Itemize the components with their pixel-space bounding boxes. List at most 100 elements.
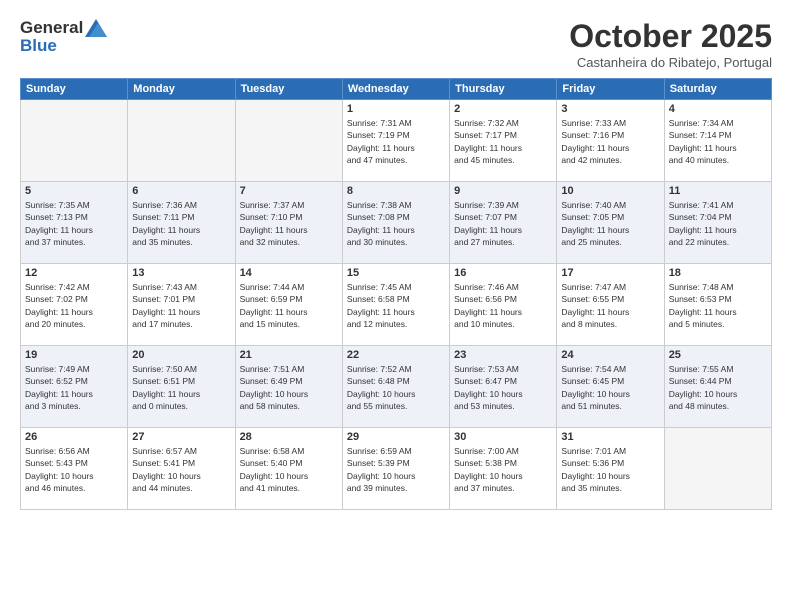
day-number: 14 [240, 267, 338, 279]
table-row: 27 Sunrise: 6:57 AM Sunset: 5:41 PM Dayli… [128, 428, 235, 510]
day-number: 4 [669, 103, 767, 115]
day-info: Sunrise: 7:00 AM Sunset: 5:38 PM Dayligh… [454, 445, 552, 494]
header-friday: Friday [557, 79, 664, 100]
weekday-header-row: Sunday Monday Tuesday Wednesday Thursday… [21, 79, 772, 100]
day-number: 11 [669, 185, 767, 197]
day-number: 1 [347, 103, 445, 115]
day-info: Sunrise: 7:45 AM Sunset: 6:58 PM Dayligh… [347, 281, 445, 330]
day-info: Sunrise: 7:52 AM Sunset: 6:48 PM Dayligh… [347, 363, 445, 412]
day-info: Sunrise: 7:31 AM Sunset: 7:19 PM Dayligh… [347, 117, 445, 166]
logo: General Blue [20, 18, 107, 56]
location-subtitle: Castanheira do Ribatejo, Portugal [569, 55, 772, 70]
day-info: Sunrise: 7:35 AM Sunset: 7:13 PM Dayligh… [25, 199, 123, 248]
table-row: 6 Sunrise: 7:36 AM Sunset: 7:11 PM Daylig… [128, 182, 235, 264]
day-info: Sunrise: 7:32 AM Sunset: 7:17 PM Dayligh… [454, 117, 552, 166]
table-row: 28 Sunrise: 6:58 AM Sunset: 5:40 PM Dayli… [235, 428, 342, 510]
day-info: Sunrise: 6:57 AM Sunset: 5:41 PM Dayligh… [132, 445, 230, 494]
calendar-week-row: 5 Sunrise: 7:35 AM Sunset: 7:13 PM Daylig… [21, 182, 772, 264]
table-row: 9 Sunrise: 7:39 AM Sunset: 7:07 PM Daylig… [450, 182, 557, 264]
table-row: 18 Sunrise: 7:48 AM Sunset: 6:53 PM Dayli… [664, 264, 771, 346]
day-number: 5 [25, 185, 123, 197]
title-block: October 2025 Castanheira do Ribatejo, Po… [569, 18, 772, 70]
table-row: 12Sunrise: 7:42 AM Sunset: 7:02 PM Dayli… [21, 264, 128, 346]
table-row: 7Sunrise: 7:37 AM Sunset: 7:10 PM Daylig… [235, 182, 342, 264]
day-info: Sunrise: 7:34 AM Sunset: 7:14 PM Dayligh… [669, 117, 767, 166]
calendar: Sunday Monday Tuesday Wednesday Thursday… [20, 78, 772, 510]
day-number: 18 [669, 267, 767, 279]
calendar-week-row: 12Sunrise: 7:42 AM Sunset: 7:02 PM Dayli… [21, 264, 772, 346]
day-number: 17 [561, 267, 659, 279]
header-saturday: Saturday [664, 79, 771, 100]
day-info: Sunrise: 7:44 AM Sunset: 6:59 PM Dayligh… [240, 281, 338, 330]
calendar-week-row: 19Sunrise: 7:49 AM Sunset: 6:52 PM Dayli… [21, 346, 772, 428]
logo-icon [85, 19, 107, 37]
day-info: Sunrise: 7:49 AM Sunset: 6:52 PM Dayligh… [25, 363, 123, 412]
day-number: 21 [240, 349, 338, 361]
day-number: 30 [454, 431, 552, 443]
table-row: 19Sunrise: 7:49 AM Sunset: 6:52 PM Dayli… [21, 346, 128, 428]
day-info: Sunrise: 7:38 AM Sunset: 7:08 PM Dayligh… [347, 199, 445, 248]
table-row: 23 Sunrise: 7:53 AM Sunset: 6:47 PM Dayli… [450, 346, 557, 428]
day-info: Sunrise: 6:58 AM Sunset: 5:40 PM Dayligh… [240, 445, 338, 494]
table-row: 20 Sunrise: 7:50 AM Sunset: 6:51 PM Dayli… [128, 346, 235, 428]
table-row: 22 Sunrise: 7:52 AM Sunset: 6:48 PM Dayli… [342, 346, 449, 428]
month-title: October 2025 [569, 18, 772, 55]
day-number: 31 [561, 431, 659, 443]
day-number: 10 [561, 185, 659, 197]
day-number: 22 [347, 349, 445, 361]
day-number: 16 [454, 267, 552, 279]
calendar-week-row: 26 Sunrise: 6:56 AM Sunset: 5:43 PM Dayli… [21, 428, 772, 510]
day-number: 29 [347, 431, 445, 443]
table-row: 26 Sunrise: 6:56 AM Sunset: 5:43 PM Dayli… [21, 428, 128, 510]
day-number: 9 [454, 185, 552, 197]
day-info: Sunrise: 7:33 AM Sunset: 7:16 PM Dayligh… [561, 117, 659, 166]
day-info: Sunrise: 7:39 AM Sunset: 7:07 PM Dayligh… [454, 199, 552, 248]
table-row: 3Sunrise: 7:33 AM Sunset: 7:16 PM Daylig… [557, 100, 664, 182]
day-number: 25 [669, 349, 767, 361]
day-info: Sunrise: 7:51 AM Sunset: 6:49 PM Dayligh… [240, 363, 338, 412]
day-info: Sunrise: 7:53 AM Sunset: 6:47 PM Dayligh… [454, 363, 552, 412]
table-row: 10Sunrise: 7:40 AM Sunset: 7:05 PM Dayli… [557, 182, 664, 264]
day-number: 24 [561, 349, 659, 361]
table-row: 29 Sunrise: 6:59 AM Sunset: 5:39 PM Dayli… [342, 428, 449, 510]
table-row: 2Sunrise: 7:32 AM Sunset: 7:17 PM Daylig… [450, 100, 557, 182]
day-number: 8 [347, 185, 445, 197]
header-thursday: Thursday [450, 79, 557, 100]
day-info: Sunrise: 7:42 AM Sunset: 7:02 PM Dayligh… [25, 281, 123, 330]
header-tuesday: Tuesday [235, 79, 342, 100]
table-row [21, 100, 128, 182]
day-info: Sunrise: 6:59 AM Sunset: 5:39 PM Dayligh… [347, 445, 445, 494]
day-number: 20 [132, 349, 230, 361]
day-number: 28 [240, 431, 338, 443]
logo-blue: Blue [20, 36, 57, 56]
header-monday: Monday [128, 79, 235, 100]
day-info: Sunrise: 7:46 AM Sunset: 6:56 PM Dayligh… [454, 281, 552, 330]
table-row: 21 Sunrise: 7:51 AM Sunset: 6:49 PM Dayli… [235, 346, 342, 428]
table-row: 4 Sunrise: 7:34 AM Sunset: 7:14 PM Daylig… [664, 100, 771, 182]
table-row: 16 Sunrise: 7:46 AM Sunset: 6:56 PM Dayli… [450, 264, 557, 346]
day-number: 23 [454, 349, 552, 361]
day-info: Sunrise: 7:43 AM Sunset: 7:01 PM Dayligh… [132, 281, 230, 330]
table-row: 24 Sunrise: 7:54 AM Sunset: 6:45 PM Dayli… [557, 346, 664, 428]
table-row: 1 Sunrise: 7:31 AM Sunset: 7:19 PM Daylig… [342, 100, 449, 182]
table-row: 30 Sunrise: 7:00 AM Sunset: 5:38 PM Dayli… [450, 428, 557, 510]
day-info: Sunrise: 7:50 AM Sunset: 6:51 PM Dayligh… [132, 363, 230, 412]
day-info: Sunrise: 7:41 AM Sunset: 7:04 PM Dayligh… [669, 199, 767, 248]
day-info: Sunrise: 7:54 AM Sunset: 6:45 PM Dayligh… [561, 363, 659, 412]
day-info: Sunrise: 6:56 AM Sunset: 5:43 PM Dayligh… [25, 445, 123, 494]
table-row: 25Sunrise: 7:55 AM Sunset: 6:44 PM Dayli… [664, 346, 771, 428]
day-info: Sunrise: 7:36 AM Sunset: 7:11 PM Dayligh… [132, 199, 230, 248]
table-row: 8 Sunrise: 7:38 AM Sunset: 7:08 PM Daylig… [342, 182, 449, 264]
day-number: 13 [132, 267, 230, 279]
table-row [664, 428, 771, 510]
table-row: 11 Sunrise: 7:41 AM Sunset: 7:04 PM Dayli… [664, 182, 771, 264]
day-info: Sunrise: 7:01 AM Sunset: 5:36 PM Dayligh… [561, 445, 659, 494]
header-sunday: Sunday [21, 79, 128, 100]
logo-general: General [20, 18, 83, 38]
day-number: 27 [132, 431, 230, 443]
day-info: Sunrise: 7:48 AM Sunset: 6:53 PM Dayligh… [669, 281, 767, 330]
day-info: Sunrise: 7:47 AM Sunset: 6:55 PM Dayligh… [561, 281, 659, 330]
day-info: Sunrise: 7:37 AM Sunset: 7:10 PM Dayligh… [240, 199, 338, 248]
day-number: 6 [132, 185, 230, 197]
day-number: 26 [25, 431, 123, 443]
